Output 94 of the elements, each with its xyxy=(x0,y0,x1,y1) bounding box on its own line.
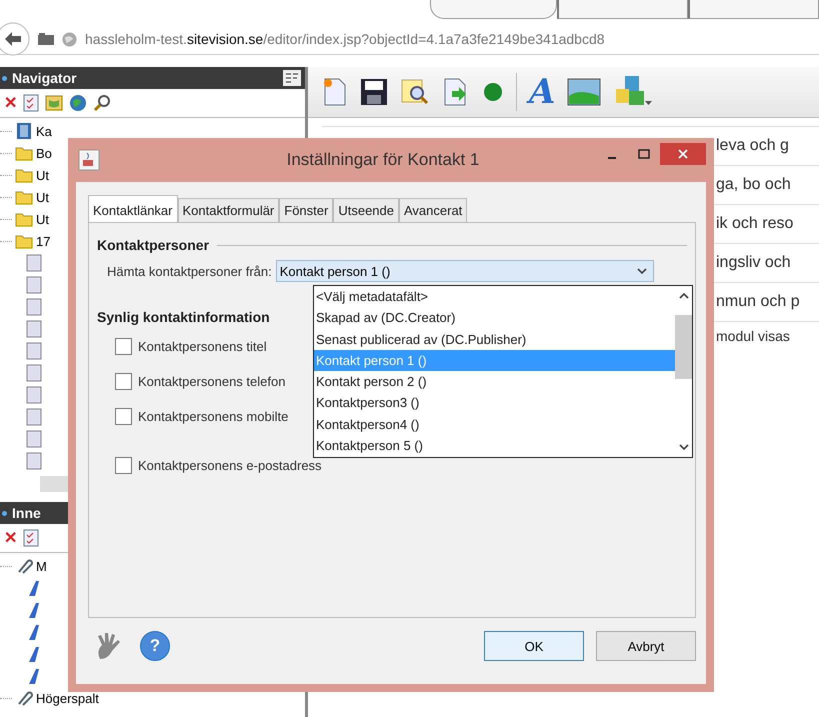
content-text: ik och reso xyxy=(716,215,794,233)
checkbox[interactable] xyxy=(115,338,132,355)
tab[interactable]: Kontaktlänkar xyxy=(88,195,178,222)
content-text: ga, bo och xyxy=(716,176,791,194)
dialog-title: Inställningar för Kontakt 1 xyxy=(286,150,480,170)
page-icon xyxy=(26,408,42,426)
text-icon xyxy=(26,645,42,663)
checklist-icon[interactable] xyxy=(23,94,39,112)
page-icon xyxy=(26,452,42,470)
delete-icon[interactable]: ✕ xyxy=(4,528,17,548)
tree-item[interactable]: Ka xyxy=(36,124,52,138)
page-icon xyxy=(26,298,42,316)
checkbox-label: Kontaktpersonens telefon xyxy=(138,374,286,389)
maximize-icon xyxy=(638,149,650,159)
dropdown-option[interactable]: Senast publicerad av (DC.Publisher) xyxy=(314,328,675,350)
panel-title: Inne xyxy=(12,505,41,521)
content-text: nmun och p xyxy=(716,293,800,311)
field-label: Hämta kontaktpersoner från: xyxy=(107,264,272,278)
text-icon xyxy=(26,579,42,597)
dialog-button[interactable]: Avbryt xyxy=(596,631,696,661)
globe-icon xyxy=(62,32,77,46)
checkbox[interactable] xyxy=(115,408,132,425)
folder-icon xyxy=(15,167,33,183)
tab[interactable]: Avancerat xyxy=(399,198,468,222)
folder-icon xyxy=(15,189,33,205)
ball-icon[interactable] xyxy=(482,81,504,103)
page-icon xyxy=(26,342,42,360)
url-text[interactable]: hassleholm-test.sitevision.se/editor/index.jsp?objectId=4.1a7a3fe2149be341adbcd8 xyxy=(85,31,605,47)
section-heading: Kontaktpersoner xyxy=(97,237,210,253)
content-text: modul visas xyxy=(716,328,790,344)
browser-tab[interactable] xyxy=(430,0,557,19)
tree-item[interactable]: Högerspalt xyxy=(36,690,99,706)
tree-item[interactable]: M xyxy=(36,558,47,574)
back-icon[interactable] xyxy=(0,22,30,56)
page-icon xyxy=(26,430,42,448)
panel-title: Navigator xyxy=(12,70,77,86)
tab[interactable]: Utseende xyxy=(333,198,399,222)
preview-icon[interactable] xyxy=(400,77,430,107)
search-icon[interactable] xyxy=(93,94,111,112)
page-icon xyxy=(26,364,42,382)
delete-icon[interactable]: ✕ xyxy=(4,93,17,113)
scroll-up-icon[interactable] xyxy=(678,292,688,299)
map-icon[interactable] xyxy=(45,94,63,112)
dropdown-field[interactable]: Kontakt person 1 () xyxy=(276,260,654,282)
dropdown-option[interactable]: Kontaktperson3 () xyxy=(314,392,675,414)
minimize-icon xyxy=(607,157,617,159)
checklist-icon[interactable] xyxy=(23,529,39,547)
text-icon xyxy=(26,623,42,641)
content-text: ingsliv och xyxy=(716,254,791,272)
new-page-icon[interactable] xyxy=(322,77,348,107)
checkbox-label: Kontaktpersonens titel xyxy=(138,339,267,354)
help-icon[interactable]: ? xyxy=(140,631,170,661)
text-icon xyxy=(26,601,42,619)
dropdown-option[interactable]: Kontaktperson4 () xyxy=(314,414,675,436)
folder-icon xyxy=(15,211,33,227)
page-icon xyxy=(26,320,42,338)
text-icon xyxy=(26,667,42,685)
page-icon xyxy=(26,276,42,294)
folder-icon[interactable] xyxy=(38,33,54,45)
checkbox-label: Kontaktpersonens e-postadress xyxy=(138,458,322,473)
globe-icon[interactable] xyxy=(69,94,87,112)
tree-item[interactable]: 17 xyxy=(36,234,50,248)
folder-icon xyxy=(15,233,33,249)
chevron-down-icon xyxy=(636,268,647,274)
tree-item[interactable]: Ut xyxy=(36,168,49,182)
page-icon xyxy=(26,386,42,404)
menu-icon[interactable] xyxy=(283,70,301,86)
dialog-button[interactable]: OK xyxy=(484,631,584,661)
tree-item[interactable]: Ut xyxy=(36,190,49,204)
tab[interactable]: Kontaktformulär xyxy=(178,198,280,222)
scroll-thumb[interactable] xyxy=(675,315,692,379)
browser-tab[interactable] xyxy=(688,0,819,19)
checkbox[interactable] xyxy=(115,373,132,390)
section-heading: Synlig kontaktinformation xyxy=(97,309,270,325)
image-icon[interactable] xyxy=(567,78,602,106)
dropdown-option[interactable]: Kontakt person 2 () xyxy=(314,371,675,392)
dropdown-option[interactable]: Kontaktperson 5 () xyxy=(314,435,675,456)
coffee-cup-icon xyxy=(78,149,100,171)
scroll-down-icon[interactable] xyxy=(678,444,688,451)
tab[interactable]: Fönster xyxy=(279,198,334,222)
dropdown-option[interactable]: Skapad av (DC.Creator) xyxy=(314,307,675,329)
content-text: leva och g xyxy=(716,137,789,155)
folder-icon xyxy=(15,145,33,161)
browser-tab[interactable] xyxy=(556,0,688,19)
tree-item[interactable]: Bo xyxy=(36,146,52,160)
dropdown-option[interactable]: <Välj metadatafält> xyxy=(314,286,675,308)
close-icon xyxy=(678,149,688,159)
book-icon xyxy=(15,122,33,140)
checkbox-label: Kontaktpersonens mobilte xyxy=(138,409,288,424)
tree-item[interactable]: Ut xyxy=(36,212,49,226)
checkbox[interactable] xyxy=(115,457,132,474)
page-icon xyxy=(26,254,42,272)
save-icon[interactable] xyxy=(360,78,388,106)
close-button[interactable] xyxy=(660,143,706,165)
